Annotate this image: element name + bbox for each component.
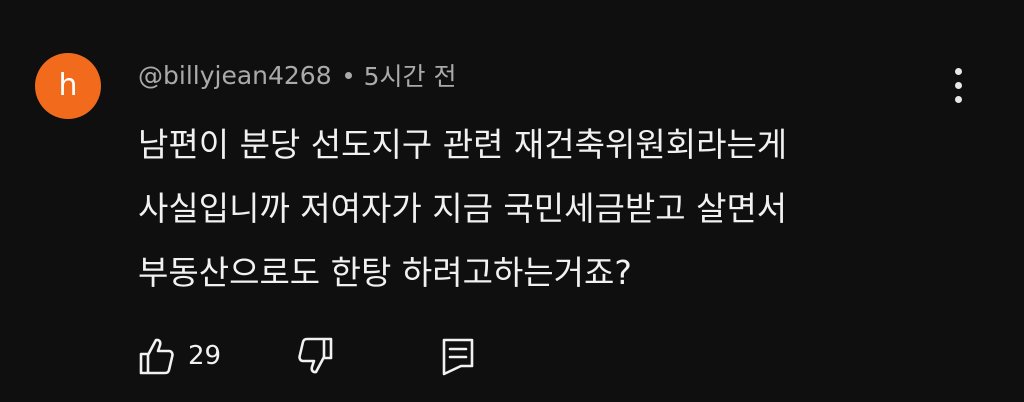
like-button[interactable]: 29: [138, 334, 221, 378]
comment-actions: 29: [138, 334, 538, 378]
thumbs-up-icon: [139, 338, 174, 375]
like-count: 29: [188, 341, 222, 371]
more-vertical-icon: [954, 67, 962, 75]
comment-text-line: 남편이 분당 선도지구 관련 재건축위원회라는게: [138, 125, 788, 164]
timestamp[interactable]: 5시간 전: [364, 57, 457, 93]
more-options-button[interactable]: [938, 60, 978, 110]
more-vertical-icon-dot: [954, 95, 962, 103]
more-vertical-icon-dot: [954, 81, 962, 89]
comment-reply-icon: [442, 338, 474, 376]
comment-header: @billyjean4268 5시간 전: [138, 57, 456, 93]
comment-text-line: 부동산으로도 한탕 하려고하는거죠?: [138, 253, 632, 292]
separator-dot: [344, 71, 352, 79]
reply-button[interactable]: [440, 334, 476, 378]
comment-text-line: 사실입니까 저여자가 지금 국민세금받고 살면서: [138, 189, 788, 228]
comment-text: 남편이 분당 선도지구 관련 재건축위원회라는게 사실입니까 저여자가 지금 국…: [138, 113, 908, 305]
avatar-letter: h: [58, 68, 78, 103]
avatar[interactable]: h: [35, 53, 101, 119]
comment-item: h @billyjean4268 5시간 전 남편이 분당 선도지구 관련 재건…: [0, 0, 1024, 402]
author-name[interactable]: @billyjean4268: [138, 61, 332, 90]
dislike-button[interactable]: [298, 334, 334, 378]
thumbs-down-icon: [298, 337, 333, 374]
